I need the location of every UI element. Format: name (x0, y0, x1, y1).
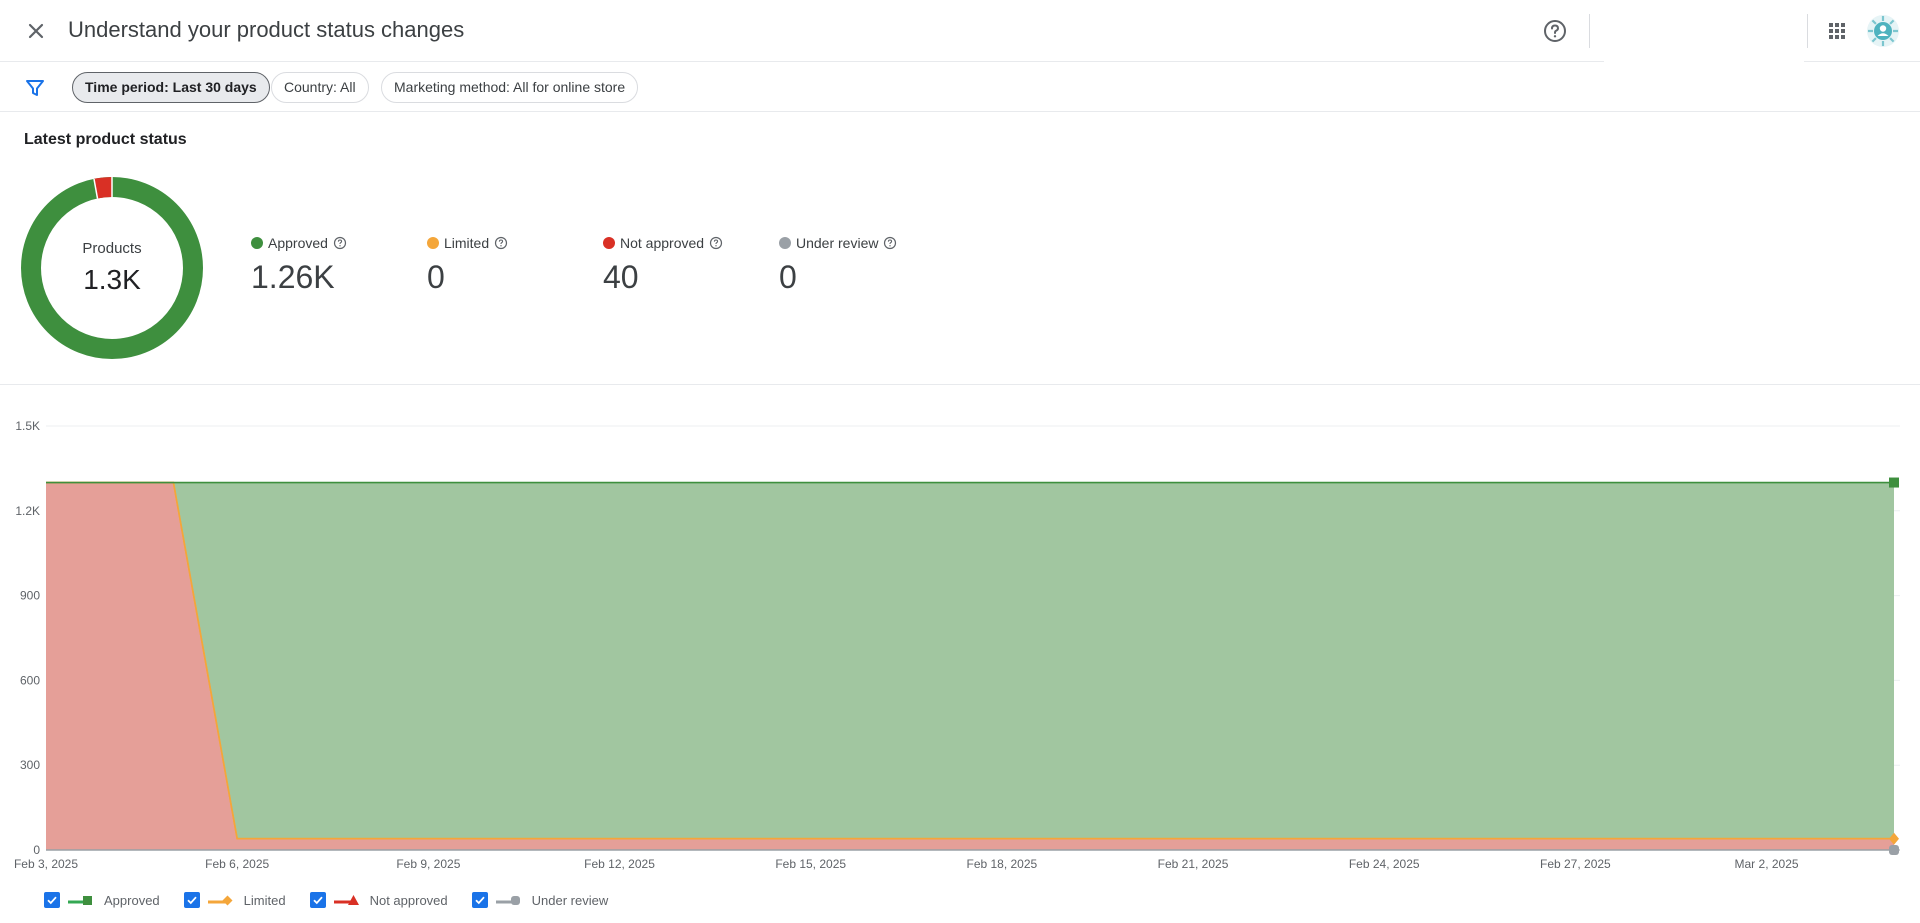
legend-item-under-review[interactable]: Under review (471, 892, 609, 908)
legend-label: Not approved (369, 892, 448, 908)
apps-grid-icon[interactable] (1822, 16, 1852, 46)
stat-label: Approved (268, 235, 328, 251)
x-tick-label: Feb 3, 2025 (14, 857, 78, 870)
page-title: Understand your product status changes (68, 17, 465, 42)
help-circle-icon[interactable] (1541, 17, 1569, 45)
stat-value: 40 (603, 259, 639, 295)
diamond-marker-icon (207, 895, 233, 906)
stat-label: Limited (444, 235, 490, 251)
stat-value: 0 (427, 259, 445, 295)
legend-item-limited[interactable]: Limited (183, 892, 286, 908)
checkbox-checked-icon[interactable] (183, 892, 200, 908)
area-approved (46, 482, 1894, 839)
avatar[interactable] (1866, 14, 1900, 48)
chip-time-period[interactable]: Time period: Last 30 days (72, 72, 270, 103)
not-approved-dot-icon (603, 237, 615, 249)
donut-slice-not-approved (94, 177, 112, 199)
section-divider (0, 384, 1920, 385)
close-icon[interactable] (20, 15, 52, 47)
legend-item-approved[interactable]: Approved (44, 892, 160, 908)
header-blank-area (1604, 0, 1804, 62)
x-tick-label: Feb 9, 2025 (396, 857, 460, 870)
x-tick-label: Feb 12, 2025 (584, 857, 655, 870)
stat-limited: Limited 0 (427, 235, 508, 296)
y-tick-label: 0 (33, 843, 40, 857)
y-tick-label: 300 (20, 758, 40, 772)
help-icon[interactable] (883, 236, 897, 250)
x-tick-label: Feb 24, 2025 (1349, 857, 1420, 870)
x-tick-label: Feb 18, 2025 (966, 857, 1037, 870)
header-divider (1589, 14, 1590, 48)
limited-dot-icon (427, 237, 439, 249)
approved-end-marker (1889, 477, 1899, 488)
y-tick-label: 900 (20, 589, 40, 603)
help-icon[interactable] (333, 236, 347, 250)
section-title: Latest product status (24, 131, 187, 148)
header-divider (1807, 14, 1808, 48)
donut-value: 1.3K (83, 264, 141, 295)
square-marker-icon (68, 896, 92, 905)
y-tick-label: 600 (20, 673, 40, 687)
checkbox-checked-icon[interactable] (309, 892, 326, 908)
under-review-dot-icon (779, 237, 791, 249)
checkbox-checked-icon[interactable] (44, 892, 60, 908)
x-tick-label: Mar 2, 2025 (1735, 857, 1799, 870)
checkbox-checked-icon[interactable] (471, 892, 488, 908)
status-area-chart: 0 300 600 900 1.2K 1.5K Feb 3, 2025 Feb 6, 2025… (14, 419, 1900, 870)
stat-label: Not approved (620, 235, 705, 251)
stat-not-approved: Not approved 40 (603, 235, 723, 296)
legend-label: Approved (104, 892, 160, 908)
approved-dot-icon (251, 237, 263, 249)
triangle-marker-icon (333, 895, 359, 905)
x-tick-label: Feb 21, 2025 (1158, 857, 1229, 870)
page-header: Understand your product status changes (0, 0, 1920, 62)
circle-marker-icon (495, 896, 520, 905)
x-tick-label: Feb 27, 2025 (1540, 857, 1611, 870)
x-tick-label: Feb 15, 2025 (775, 857, 846, 870)
chart-legend: Approved Limited Not approved Under revi… (44, 890, 632, 910)
help-icon[interactable] (709, 236, 723, 250)
filter-bar: Time period: Last 30 days Country: All M… (0, 62, 1920, 112)
legend-item-not-approved[interactable]: Not approved (309, 892, 448, 908)
under-review-end-marker (1889, 845, 1899, 855)
stat-under-review: Under review 0 (779, 235, 897, 296)
chip-country[interactable]: Country: All (271, 72, 369, 103)
x-tick-label: Feb 6, 2025 (205, 857, 269, 870)
stat-value: 0 (779, 259, 797, 295)
stat-value: 1.26K (251, 259, 335, 295)
y-tick-label: 1.2K (15, 504, 40, 518)
legend-label: Under review (531, 892, 609, 908)
donut-label: Products (82, 240, 142, 257)
help-icon[interactable] (494, 236, 508, 250)
legend-label: Limited (243, 892, 286, 908)
filter-icon[interactable] (24, 77, 46, 99)
chip-marketing-method[interactable]: Marketing method: All for online store (381, 72, 639, 103)
stat-approved: Approved 1.26K (251, 235, 347, 296)
y-tick-label: 1.5K (15, 419, 40, 433)
stat-label: Under review (796, 235, 879, 251)
